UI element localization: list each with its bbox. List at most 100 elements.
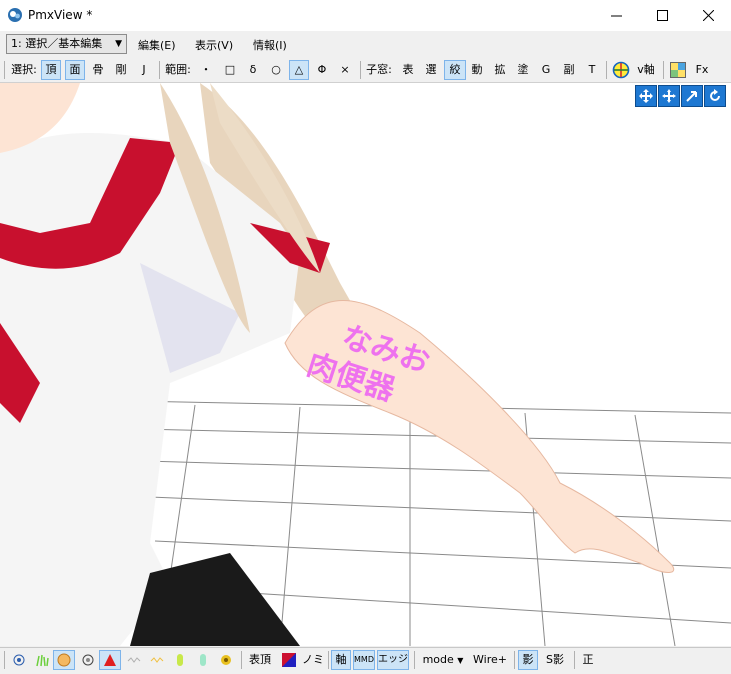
- show-bone-toggle[interactable]: [170, 650, 190, 670]
- minimize-button[interactable]: [593, 0, 639, 31]
- child-g-button[interactable]: G: [536, 60, 556, 80]
- edge-toggle[interactable]: エッジ: [377, 650, 409, 670]
- shadow-toggle[interactable]: 影: [518, 650, 538, 670]
- pan-button[interactable]: [635, 85, 657, 107]
- caret-down-icon: ▼: [457, 656, 464, 665]
- shirt: [0, 133, 300, 646]
- toolbar-separator: [241, 651, 242, 669]
- minimize-icon: [610, 15, 622, 17]
- child-t-button[interactable]: T: [582, 60, 602, 80]
- mode-select[interactable]: 1: 選択／基本編集 ▼: [6, 34, 127, 54]
- vertex-table-button[interactable]: 表頂: [246, 650, 274, 670]
- toolbar-separator: [328, 651, 329, 669]
- self-shadow-toggle[interactable]: S影: [541, 650, 569, 670]
- yellow-wave-icon: [150, 657, 164, 663]
- toolbar-separator: [414, 651, 415, 669]
- mode-select-value: 1: 選択／基本編集: [11, 37, 103, 50]
- rotate-button[interactable]: [704, 85, 726, 107]
- color-swatch-icon: [282, 653, 296, 667]
- show-weights-toggle[interactable]: [32, 650, 52, 670]
- sphere-icon: [57, 653, 71, 667]
- vaxis-toggle[interactable]: [611, 60, 631, 80]
- toolbar-grip: [4, 61, 5, 79]
- capsule-icon: [200, 654, 206, 666]
- menu-info[interactable]: 情報(I): [253, 37, 287, 53]
- child-scale-button[interactable]: 拡: [490, 60, 510, 80]
- toolbar-separator: [663, 61, 664, 79]
- color-swatch-button[interactable]: [279, 650, 299, 670]
- child-window-label: 子窓:: [366, 63, 392, 76]
- toolbar-separator: [159, 61, 160, 79]
- grid-view-button[interactable]: [668, 60, 688, 80]
- menu-edit[interactable]: 編集(E): [138, 37, 176, 53]
- select-label: 選択:: [11, 63, 37, 76]
- select-vertex-toggle[interactable]: 頂: [41, 60, 61, 80]
- toolbar-separator: [360, 61, 361, 79]
- window-title: PmxView *: [28, 8, 93, 22]
- target-icon: [13, 654, 25, 666]
- ring-icon: [82, 654, 94, 666]
- maximize-icon: [656, 10, 668, 21]
- axis-gizmo-icon: [612, 61, 630, 79]
- range-label: 範囲:: [165, 63, 191, 76]
- close-icon: [702, 10, 714, 21]
- child-table-button[interactable]: 表: [398, 60, 418, 80]
- range-clear-button[interactable]: ×: [335, 60, 355, 80]
- fx-button[interactable]: Fx: [692, 60, 712, 80]
- wave-icon: [127, 657, 141, 663]
- move-arrows-icon: [639, 89, 653, 103]
- child-filter-button[interactable]: 絞: [444, 60, 466, 80]
- toolbar-separator: [606, 61, 607, 79]
- axis-toggle[interactable]: 軸: [331, 650, 351, 670]
- select-bone-toggle[interactable]: 骨: [88, 60, 108, 80]
- menu-view[interactable]: 表示(V): [195, 37, 233, 53]
- joint-icon: [221, 655, 231, 665]
- model-scene: なみお 肉便器: [0, 83, 731, 646]
- show-triangle-toggle[interactable]: [99, 650, 121, 670]
- toolbar-separator: [514, 651, 515, 669]
- show-lines-toggle[interactable]: [124, 650, 144, 670]
- mode-label: mode: [422, 653, 454, 666]
- toolbar-separator: [574, 651, 575, 669]
- show-rigid-toggle[interactable]: [193, 650, 213, 670]
- cross-arrows-icon: [662, 89, 676, 103]
- child-move-button[interactable]: 動: [467, 60, 487, 80]
- show-yellow-lines-toggle[interactable]: [147, 650, 167, 670]
- app-icon: [8, 8, 22, 22]
- bone-icon: [177, 654, 183, 666]
- grass-icon: [36, 654, 49, 667]
- show-points-toggle[interactable]: [9, 650, 29, 670]
- select-rigid-toggle[interactable]: 剛: [111, 60, 131, 80]
- maximize-button[interactable]: [639, 0, 685, 31]
- chevron-down-icon: ▼: [115, 39, 122, 49]
- range-delta-button[interactable]: δ: [243, 60, 263, 80]
- mode-dropdown[interactable]: mode ▼: [419, 650, 467, 670]
- wire-plus-button[interactable]: Wire+: [470, 650, 510, 670]
- mi-button[interactable]: ノミ: [302, 650, 324, 670]
- select-joint-toggle[interactable]: J: [134, 60, 154, 80]
- show-mesh-toggle[interactable]: [53, 650, 75, 670]
- show-joint-toggle[interactable]: [216, 650, 236, 670]
- child-select-button[interactable]: 選: [421, 60, 441, 80]
- range-circle-button[interactable]: ○: [266, 60, 286, 80]
- range-point-button[interactable]: ・: [196, 60, 216, 80]
- range-triangle-button[interactable]: △: [289, 60, 309, 80]
- rotate-icon: [710, 89, 720, 101]
- child-sub-button[interactable]: 副: [559, 60, 579, 80]
- front-view-button[interactable]: 正: [578, 650, 598, 670]
- range-phi-button[interactable]: Φ: [312, 60, 332, 80]
- show-ring-toggle[interactable]: [78, 650, 98, 670]
- range-rect-button[interactable]: □: [220, 60, 240, 80]
- red-triangle-icon: [104, 654, 116, 666]
- 3d-viewport[interactable]: なみお 肉便器: [0, 83, 731, 646]
- translate-button[interactable]: [658, 85, 680, 107]
- close-button[interactable]: [685, 0, 731, 31]
- child-paint-button[interactable]: 塗: [513, 60, 533, 80]
- toolbar-grip: [4, 651, 5, 669]
- vaxis-label[interactable]: v軸: [633, 60, 659, 80]
- zoom-button[interactable]: [681, 85, 703, 107]
- diagonal-arrow-icon: [686, 91, 697, 102]
- mmd-toggle[interactable]: MMD: [353, 650, 375, 670]
- select-face-toggle[interactable]: 面: [65, 60, 85, 80]
- grid-icon: [670, 62, 686, 78]
